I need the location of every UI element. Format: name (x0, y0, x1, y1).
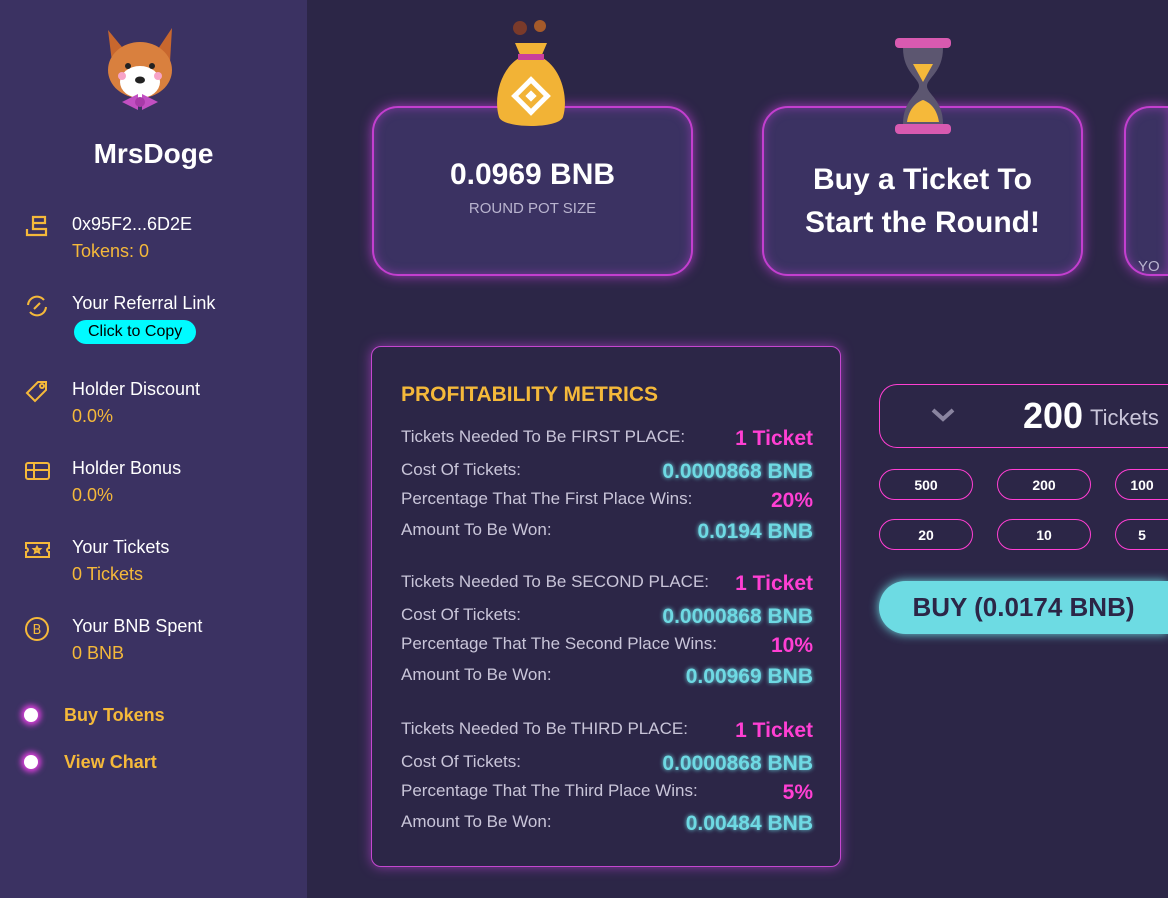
hourglass-icon (895, 38, 951, 134)
ticket-quantity-selector[interactable]: 200 Tickets (879, 384, 1168, 448)
holder-bonus-label: Holder Bonus (72, 458, 182, 478)
ticket-icon (25, 542, 50, 558)
third-card-label: YO (1138, 258, 1160, 275)
holder-discount-value: 0.0% (72, 406, 114, 426)
holder-discount-label: Holder Discount (72, 379, 201, 399)
buy-tokens-link[interactable]: Buy Tokens (24, 705, 165, 726)
metric-row: Cost Of Tickets: 0.0000868 BNB (401, 601, 813, 629)
svg-text:B: B (33, 623, 42, 638)
wallet-address: 0x95F2...6D2E (72, 214, 193, 234)
ticket-count: 200 (1023, 395, 1084, 436)
metric-row: Cost Of Tickets: 0.0000868 BNB (401, 748, 813, 776)
quick-10-button[interactable]: 10 (997, 519, 1091, 550)
referral-icon (27, 295, 47, 317)
round-status-line2: Start the Round! (805, 206, 1040, 239)
pot-size-value: 0.0969 BNB (449, 158, 616, 191)
money-bag-icon (497, 20, 565, 126)
gift-card-icon (25, 462, 50, 480)
round-status-line1: Buy a Ticket To (813, 163, 1032, 196)
metric-label: Percentage That The Second Place Wins: (401, 634, 717, 653)
your-tickets-label: Your Tickets (72, 537, 170, 557)
quick-200-button[interactable]: 200 (997, 469, 1091, 500)
metric-label: Cost Of Tickets: (401, 752, 521, 771)
quick-5-button[interactable]: 5 (1115, 519, 1168, 550)
metric-label: Cost Of Tickets: (401, 605, 521, 624)
metric-label: Amount To Be Won: (401, 665, 552, 684)
dot-icon (24, 755, 38, 769)
quick-500-button[interactable]: 500 (879, 469, 973, 500)
metric-value: 5% (782, 781, 813, 804)
metric-value: 0.0000868 BNB (662, 605, 813, 628)
quick-100-button[interactable]: 100 (1115, 469, 1168, 500)
metric-value: 0.0000868 BNB (662, 752, 813, 775)
metric-label: Tickets Needed To Be SECOND PLACE: (401, 572, 710, 591)
metric-row: Tickets Needed To Be THIRD PLACE: 1 Ticke… (401, 715, 813, 743)
brand-name: MrsDoge (93, 138, 214, 169)
metric-label: Tickets Needed To Be THIRD PLACE: (401, 719, 688, 738)
bnb-spent-label: Your BNB Spent (72, 616, 203, 636)
metric-value: 0.0000868 BNB (662, 460, 813, 483)
copy-referral-button[interactable]: Click to Copy (74, 320, 197, 344)
metric-label: Amount To Be Won: (401, 520, 552, 539)
metric-row: Percentage That The Third Place Wins: 5% (401, 777, 813, 805)
sidebar: MrsDoge 0x95F2...6D2E Tokens: 0 Your Ref… (0, 0, 307, 898)
bnb-coin-icon: B (25, 617, 49, 641)
metric-row: Percentage That The Second Place Wins: 10… (401, 630, 813, 658)
metric-label: Amount To Be Won: (401, 812, 552, 831)
metric-value: 1 Ticket (735, 572, 813, 595)
token-balance: Tokens: 0 (72, 241, 150, 261)
metric-row: Tickets Needed To Be FIRST PLACE: 1 Ticke… (401, 423, 813, 451)
metric-row: Amount To Be Won: 0.00484 BNB (401, 808, 813, 836)
metric-row: Percentage That The First Place Wins: 20% (401, 485, 813, 513)
metric-label: Tickets Needed To Be FIRST PLACE: (401, 427, 686, 446)
metric-value: 10% (770, 634, 813, 657)
metric-row: Tickets Needed To Be SECOND PLACE: 1 Tick… (401, 568, 813, 596)
tag-icon (25, 381, 47, 403)
ticket-unit: Tickets (1090, 405, 1159, 430)
metric-label: Cost Of Tickets: (401, 460, 521, 479)
metrics-title: PROFITABILITY METRICS (401, 383, 659, 406)
metric-value: 1 Ticket (735, 427, 813, 450)
metric-value: 0.00484 BNB (685, 812, 813, 835)
buy-button[interactable]: BUY (0.0174 BNB) (879, 581, 1168, 634)
third-card: YO (1124, 106, 1168, 276)
buy-tokens-label: Buy Tokens (64, 705, 165, 725)
metric-value: 1 Ticket (735, 719, 813, 742)
your-tickets-value: 0 Tickets (72, 564, 144, 584)
metric-value: 0.0194 BNB (697, 520, 813, 543)
metric-label: Percentage That The First Place Wins: (401, 489, 693, 508)
referral-label: Your Referral Link (72, 293, 216, 313)
pot-size-label: ROUND POT SIZE (468, 200, 597, 217)
metric-row: Amount To Be Won: 0.00969 BNB (401, 661, 813, 689)
bnb-spent-value: 0 BNB (72, 643, 125, 663)
wallet-icon (25, 215, 48, 237)
doge-logo (108, 28, 172, 110)
dot-icon (24, 708, 38, 722)
view-chart-link[interactable]: View Chart (24, 752, 157, 773)
profitability-metrics-panel: PROFITABILITY METRICS Tickets Needed To … (371, 346, 841, 867)
metric-row: Cost Of Tickets: 0.0000868 BNB (401, 456, 813, 484)
view-chart-label: View Chart (64, 752, 157, 772)
metric-value: 0.00969 BNB (685, 665, 813, 688)
quick-20-button[interactable]: 20 (879, 519, 973, 550)
metric-value: 20% (770, 489, 813, 512)
metric-label: Percentage That The Third Place Wins: (401, 781, 698, 800)
metric-row: Amount To Be Won: 0.0194 BNB (401, 516, 813, 544)
chevron-down-icon[interactable] (930, 405, 956, 425)
holder-bonus-value: 0.0% (72, 485, 114, 505)
